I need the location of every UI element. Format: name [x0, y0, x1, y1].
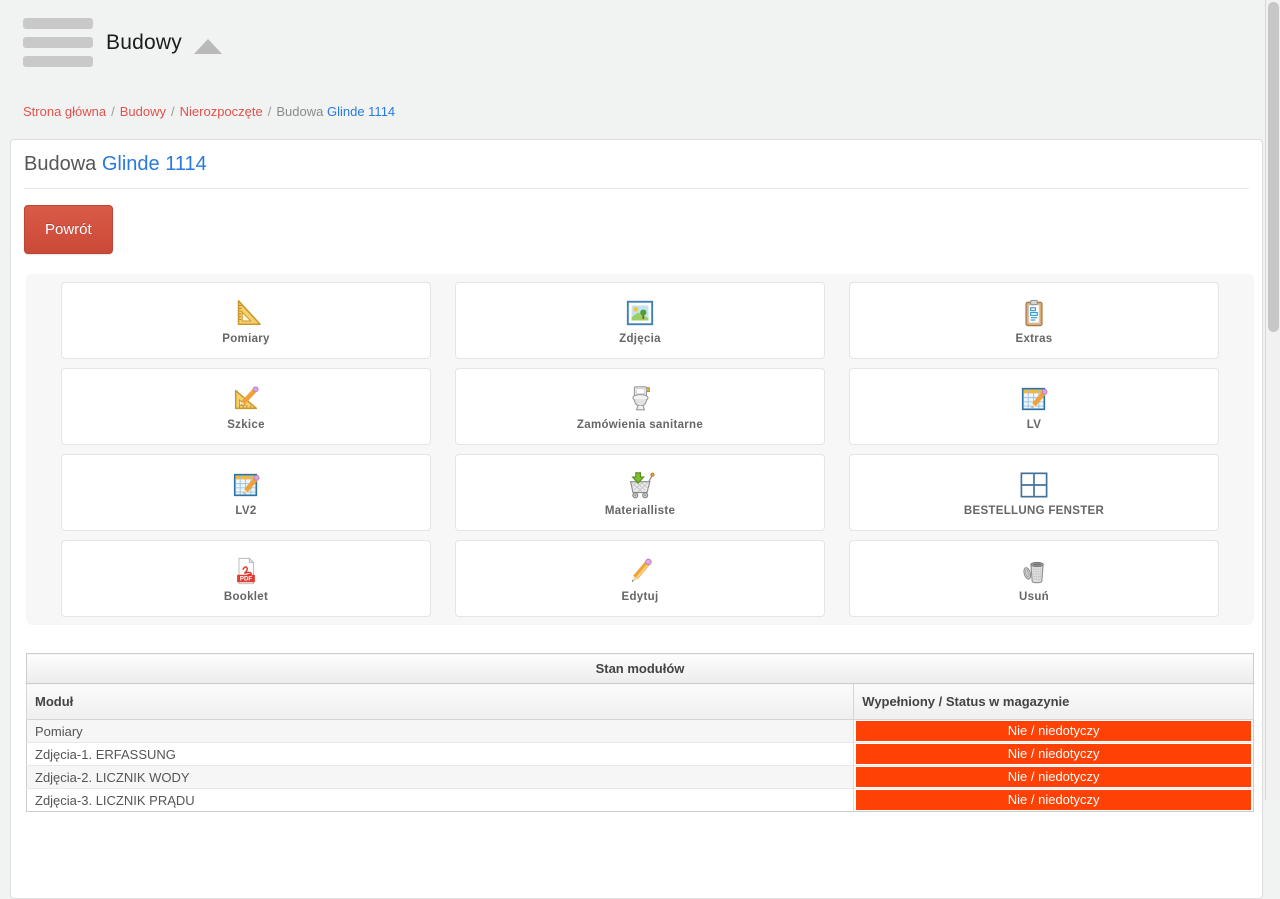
spreadsheet-pencil-icon	[231, 469, 261, 501]
tile-label: Zamówienia sanitarne	[577, 419, 703, 431]
table-caption: Stan modułów	[27, 654, 1254, 684]
module-name: Pomiary	[27, 720, 854, 743]
module-name: Zdjęcia-1. ERFASSUNG	[27, 743, 854, 766]
column-header-status: Wypełniony / Status w magazynie	[854, 684, 1254, 720]
tile-edytuj[interactable]: Edytuj	[455, 540, 825, 617]
tile-zamowienia-sanitarne[interactable]: Zamówienia sanitarne	[455, 368, 825, 445]
main-card: Budowa Glinde 1114 Powrót Pomiary	[10, 139, 1263, 899]
pdf-icon: PDF	[231, 555, 261, 587]
app-title: Budowy	[106, 31, 182, 55]
module-name: Zdjęcia-2. LICZNIK WODY	[27, 766, 854, 789]
breadcrumb-project-link[interactable]: Glinde 1114	[327, 104, 395, 119]
tile-label: LV2	[235, 505, 256, 517]
tile-lv[interactable]: LV	[849, 368, 1219, 445]
breadcrumb-home[interactable]: Strona główna	[23, 104, 106, 119]
header: Budowy	[0, 0, 1280, 67]
tile-extras[interactable]: Extras	[849, 282, 1219, 359]
table-header-row: Moduł Wypełniony / Status w magazynie	[27, 684, 1254, 720]
status-badge: Nie / niedotyczy	[856, 767, 1251, 787]
breadcrumb-budowy[interactable]: Budowy	[120, 104, 166, 119]
svg-text:PDF: PDF	[240, 575, 252, 582]
tile-label: Szkice	[227, 419, 265, 431]
tile-label: Extras	[1016, 333, 1053, 345]
tile-label: Edytuj	[622, 591, 659, 603]
module-status-table: Stan modułów Moduł Wypełniony / Status w…	[26, 653, 1254, 812]
scrollbar-thumb[interactable]	[1268, 2, 1279, 332]
toilet-icon	[625, 383, 655, 415]
tile-booklet[interactable]: PDF Booklet	[61, 540, 431, 617]
divider	[24, 188, 1249, 189]
breadcrumb-separator: /	[171, 104, 175, 119]
tile-szkice[interactable]: Szkice	[61, 368, 431, 445]
clipboard-icon	[1019, 297, 1049, 329]
photo-icon	[625, 297, 655, 329]
tile-label: Booklet	[224, 591, 268, 603]
breadcrumb: Strona główna / Budowy / Nierozpoczęte / Budow…	[23, 104, 1280, 119]
tile-lv2[interactable]: LV2	[61, 454, 431, 531]
hamburger-icon[interactable]	[23, 18, 93, 67]
back-button[interactable]: Powrót	[24, 205, 113, 254]
scrollbar-track[interactable]	[1265, 0, 1280, 800]
status-badge: Nie / niedotyczy	[856, 744, 1251, 764]
table-row: Zdjęcia-3. LICZNIK PRĄDU Nie / niedotycz…	[27, 789, 1254, 812]
tile-materialliste[interactable]: Materialliste	[455, 454, 825, 531]
project-link[interactable]: Glinde 1114	[102, 153, 207, 175]
spreadsheet-pencil-icon	[1019, 383, 1049, 415]
tile-label: Pomiary	[222, 333, 269, 345]
tile-label: Zdjęcia	[619, 333, 661, 345]
page-title: Budowa Glinde 1114	[24, 153, 1249, 176]
pencil-icon	[625, 555, 655, 587]
breadcrumb-separator: /	[111, 104, 115, 119]
tile-panel: Pomiary Zdjęcia	[26, 274, 1254, 625]
trash-icon	[1018, 555, 1050, 587]
window-icon	[1019, 469, 1049, 501]
breadcrumb-nierozpoczete[interactable]: Nierozpoczęte	[180, 104, 263, 119]
module-name: Zdjęcia-3. LICZNIK PRĄDU	[27, 789, 854, 812]
table-caption-row: Stan modułów	[27, 654, 1254, 684]
column-header-modul: Moduł	[27, 684, 854, 720]
tile-label: BESTELLUNG FENSTER	[964, 505, 1104, 517]
breadcrumb-separator: /	[268, 104, 272, 119]
table-row: Pomiary Nie / niedotyczy	[27, 720, 1254, 743]
status-badge: Nie / niedotyczy	[856, 721, 1251, 741]
tile-usun[interactable]: Usuń	[849, 540, 1219, 617]
breadcrumb-current: Budowa	[276, 104, 323, 119]
tile-pomiary[interactable]: Pomiary	[61, 282, 431, 359]
ruler-pencil-icon	[231, 383, 261, 415]
tile-zdjecia[interactable]: Zdjęcia	[455, 282, 825, 359]
cart-download-icon	[624, 469, 656, 501]
set-square-icon	[231, 297, 261, 329]
tile-label: Materialliste	[605, 505, 675, 517]
status-badge: Nie / niedotyczy	[856, 790, 1251, 810]
table-row: Zdjęcia-2. LICZNIK WODY Nie / niedotyczy	[27, 766, 1254, 789]
table-row: Zdjęcia-1. ERFASSUNG Nie / niedotyczy	[27, 743, 1254, 766]
tile-label: Usuń	[1019, 591, 1049, 603]
tile-bestellung-fenster[interactable]: BESTELLUNG FENSTER	[849, 454, 1219, 531]
tile-label: LV	[1027, 419, 1041, 431]
triangle-up-icon[interactable]	[194, 39, 222, 54]
